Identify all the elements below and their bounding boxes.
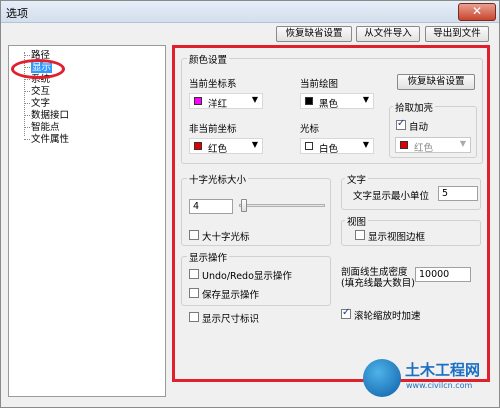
crosshair-size-input[interactable]: 4 [189,199,233,214]
min-unit-label: 文字显示最小单位 [353,191,430,202]
watermark-brand: 土木工程网 [405,361,481,379]
hatch-density-sublabel: (填充线最大数目) [341,278,415,289]
current-coord-color-select[interactable]: 洋红 ▼ [189,93,263,110]
cursor-value: 白色 [319,144,339,155]
show-dimensions-checkbox[interactable] [189,312,199,322]
noncurrent-coord-color-select[interactable]: 红色 ▼ [189,138,263,155]
hatch-density-input[interactable]: 10000 [415,267,471,282]
current-drawing-value: 黑色 [319,99,339,110]
noncurrent-coord-value: 红色 [208,144,228,155]
min-unit-input[interactable]: 5 [438,186,478,201]
show-dimensions-label: 显示尺寸标识 [202,314,260,325]
save-display-ops-label: 保存显示操作 [202,290,260,301]
show-view-border-label: 显示视图边框 [368,232,426,243]
tree-item-file-properties[interactable]: 文件属性 [31,134,69,145]
tree-item-interaction[interactable]: 交互 [31,86,50,97]
view-group-title: 视图 [345,214,369,228]
noncurrent-coord-label: 非当前坐标 [189,124,237,135]
selection-highlight-oval [11,59,65,79]
show-view-border-checkbox[interactable] [355,230,365,240]
tree-item-smart-point[interactable]: 智能点 [31,122,60,133]
auto-highlight-checkbox[interactable] [396,118,406,130]
current-coord-value: 洋红 [208,99,228,110]
title-bar: 选项 ✕ [1,1,499,23]
current-drawing-color-select[interactable]: 黑色 ▼ [300,93,374,110]
cursor-color-select[interactable]: 白色 ▼ [300,138,374,155]
undo-redo-label: Undo/Redo显示操作 [202,271,292,282]
crosshair-size-title: 十字光标大小 [187,172,249,186]
restore-defaults-button[interactable]: 恢复缺省设置 [276,26,352,42]
large-crosshair-label: 大十字光标 [202,232,250,243]
display-settings-panel: 颜色设置 当前坐标系 洋红 ▼ 当前绘图 黑色 ▼ 恢复缺省设置 非当前坐标 红… [172,45,490,382]
noncurrent-coord-swatch [194,142,202,150]
current-coord-label: 当前坐标系 [189,79,237,90]
crosshair-size-slider-track[interactable] [239,204,325,207]
category-tree[interactable]: 路径 显示 系统 交互 文字 数据接口 智能点 文件属性 [8,45,166,397]
text-group-title: 文字 [345,172,369,186]
logo-icon [363,359,401,397]
chevron-down-icon: ▼ [362,95,369,104]
wheel-zoom-accel-label: 滚轮缩放时加速 [354,311,421,322]
restore-color-defaults-button[interactable]: 恢复缺省设置 [397,74,475,90]
chevron-down-icon: ▼ [251,95,258,104]
save-display-ops-checkbox[interactable] [189,288,199,298]
chevron-down-icon: ▼ [362,140,369,149]
display-ops-title: 显示操作 [187,250,230,264]
chevron-down-icon: ▼ [459,139,466,148]
undo-redo-checkbox[interactable] [189,269,199,279]
cursor-label: 光标 [300,124,320,135]
chevron-down-icon: ▼ [251,140,258,149]
options-dialog: 选项 ✕ 恢复缺省设置 从文件导入 导出到文件 路径 显示 系统 交互 文字 数… [0,0,500,408]
large-crosshair-checkbox[interactable] [189,230,199,240]
current-coord-swatch [194,97,202,105]
current-drawing-label: 当前绘图 [300,79,339,90]
import-from-file-button[interactable]: 从文件导入 [356,26,420,42]
cursor-swatch [305,142,313,150]
watermark-url: www.civilcn.com [406,381,473,390]
pick-highlight-color-select[interactable]: 红色 ▼ [395,137,471,154]
close-button[interactable]: ✕ [458,3,496,21]
site-watermark: 土木工程网 www.civilcn.com [359,355,499,405]
auto-highlight-label: 自动 [409,122,429,133]
color-settings-title: 颜色设置 [187,52,230,66]
pick-highlight-swatch [400,141,408,149]
pick-highlight-value: 红色 [414,143,434,154]
tree-item-text[interactable]: 文字 [31,98,50,109]
window-title: 选项 [6,7,28,20]
pick-highlight-title: 拾取加亮 [393,100,436,114]
tree-item-data-interface[interactable]: 数据接口 [31,110,69,121]
wheel-zoom-accel-checkbox[interactable] [341,307,351,319]
current-drawing-swatch [305,97,313,105]
export-to-file-button[interactable]: 导出到文件 [425,26,489,42]
crosshair-size-slider-handle[interactable] [241,199,247,212]
